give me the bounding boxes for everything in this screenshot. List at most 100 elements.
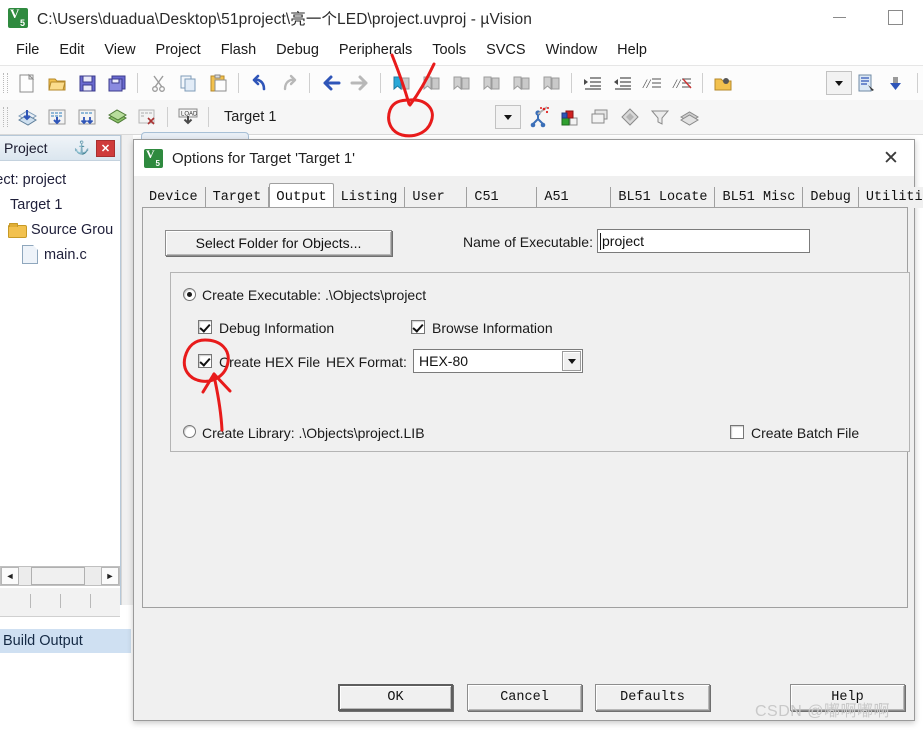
project-panel-hscrollbar[interactable]: ◄ ► (0, 566, 120, 586)
app-window: C:\Users\duadua\Desktop\51project\亮一个LED… (0, 0, 923, 730)
new-file-icon[interactable] (12, 68, 42, 98)
tab-target[interactable]: Target (205, 187, 270, 208)
tab-device[interactable]: Device (142, 187, 206, 208)
menu-item-file[interactable]: File (6, 40, 49, 60)
navigate-forward-icon[interactable] (345, 68, 375, 98)
tab-user[interactable]: User (405, 187, 468, 208)
menu-item-help[interactable]: Help (607, 40, 657, 60)
tab-c51[interactable]: C51 (467, 187, 538, 208)
manage-project-items-icon[interactable] (555, 102, 585, 132)
menu-item-svcs[interactable]: SVCS (476, 40, 536, 60)
open-file-icon[interactable] (42, 68, 72, 98)
create-library-radio[interactable] (183, 425, 196, 438)
filter-icon[interactable] (645, 102, 675, 132)
navigate-back-icon[interactable] (315, 68, 345, 98)
hscroll-track[interactable] (19, 567, 101, 585)
tab-debug[interactable]: Debug (803, 187, 859, 208)
tree-item-target[interactable]: Target 1 (0, 192, 120, 217)
save-icon[interactable] (72, 68, 102, 98)
menu-item-peripherals[interactable]: Peripherals (329, 40, 422, 60)
browse-information-checkbox[interactable] (411, 320, 425, 334)
toolbar-grip[interactable] (3, 73, 8, 93)
bookmark-all-icon[interactable] (506, 68, 536, 98)
create-hex-file-checkbox[interactable] (198, 354, 212, 368)
scroll-left-button[interactable]: ◄ (1, 567, 19, 585)
diamond-icon[interactable] (615, 102, 645, 132)
toolbar-separator (167, 107, 168, 127)
ok-button[interactable]: OK (338, 684, 453, 711)
bookmark-remove-icon[interactable] (536, 68, 566, 98)
tab-utilities[interactable]: Utilities (858, 187, 923, 208)
menu-item-project[interactable]: Project (146, 40, 211, 60)
layers-icon[interactable] (675, 102, 705, 132)
insert-file-icon[interactable] (852, 68, 882, 98)
build-icon[interactable] (42, 102, 72, 132)
close-icon[interactable]: ✕ (96, 140, 115, 157)
pin-icon[interactable]: ⚓ (74, 140, 90, 156)
minimize-button[interactable] (811, 0, 867, 35)
indent-icon[interactable] (577, 68, 607, 98)
uncomment-icon[interactable]: // (667, 68, 697, 98)
translate-icon[interactable] (12, 102, 42, 132)
load-icon[interactable]: LOAD (173, 102, 203, 132)
bookmark-clear-icon[interactable] (476, 68, 506, 98)
minimize-icon (832, 17, 846, 18)
bookmark-prev-icon[interactable] (416, 68, 446, 98)
name-of-executable-input[interactable]: project (597, 229, 810, 253)
paste-icon[interactable] (203, 68, 233, 98)
create-batch-file-checkbox[interactable] (730, 425, 744, 439)
debug-information-checkbox[interactable] (198, 320, 212, 334)
tree-item-project[interactable]: oject: project (0, 167, 120, 192)
cancel-button[interactable]: Cancel (467, 684, 582, 711)
hex-format-combobox[interactable]: HEX-80 (413, 349, 583, 373)
open-folder-icon[interactable] (708, 68, 738, 98)
outdent-icon[interactable] (607, 68, 637, 98)
scroll-right-button[interactable]: ► (101, 567, 119, 585)
toolbar-combo-dropdown[interactable] (826, 71, 852, 95)
tab-listing[interactable]: Listing (333, 187, 406, 208)
tree-item-main-c[interactable]: main.c (0, 242, 120, 267)
tab-bl51-locate[interactable]: BL51 Locate (611, 187, 716, 208)
editor-vertical-scrollbar[interactable] (121, 135, 133, 605)
bookmark-toggle-icon[interactable] (386, 68, 416, 98)
menu-item-view[interactable]: View (94, 40, 145, 60)
select-folder-for-objects-button[interactable]: Select Folder for Objects... (165, 230, 392, 256)
build-output-panel-header[interactable]: Build Output (0, 628, 131, 653)
menu-item-debug[interactable]: Debug (266, 40, 329, 60)
stop-build-icon[interactable] (132, 102, 162, 132)
save-all-icon[interactable] (102, 68, 132, 98)
batch-build-icon[interactable] (102, 102, 132, 132)
target-dropdown-button[interactable] (494, 105, 521, 129)
copy-icon[interactable] (173, 68, 203, 98)
dialog-title: Options for Target 'Target 1' (172, 149, 356, 167)
project-panel-title: Project (4, 140, 48, 156)
menu-item-flash[interactable]: Flash (211, 40, 266, 60)
options-for-target-icon[interactable] (521, 102, 555, 132)
redo-icon[interactable] (274, 68, 304, 98)
debug-information-label: Debug Information (219, 320, 335, 336)
toolbar-separator (137, 73, 138, 93)
rebuild-icon[interactable] (72, 102, 102, 132)
tree-item-source-group[interactable]: Source Grou (0, 217, 120, 242)
chevron-down-icon (567, 358, 576, 364)
undo-icon[interactable] (244, 68, 274, 98)
hscroll-thumb[interactable] (31, 567, 85, 585)
defaults-button[interactable]: Defaults (595, 684, 710, 711)
target-selector[interactable]: Target 1 (224, 109, 276, 125)
dialog-close-button[interactable]: ✕ (868, 140, 914, 176)
download-icon[interactable] (882, 68, 912, 98)
tab-bl51-misc[interactable]: BL51 Misc (715, 187, 804, 208)
menu-item-tools[interactable]: Tools (422, 40, 476, 60)
create-executable-radio[interactable] (183, 288, 196, 301)
menu-item-edit[interactable]: Edit (49, 40, 94, 60)
bookmark-next-icon[interactable] (446, 68, 476, 98)
tab-output[interactable]: Output (269, 183, 334, 209)
comment-icon[interactable]: // (637, 68, 667, 98)
hex-format-dropdown-button[interactable] (562, 351, 581, 371)
maximize-button[interactable] (867, 0, 923, 35)
cut-icon[interactable] (143, 68, 173, 98)
menu-item-window[interactable]: Window (536, 40, 608, 60)
toolbar-grip[interactable] (3, 107, 8, 127)
window-icon[interactable] (585, 102, 615, 132)
tab-a51[interactable]: A51 (537, 187, 612, 208)
